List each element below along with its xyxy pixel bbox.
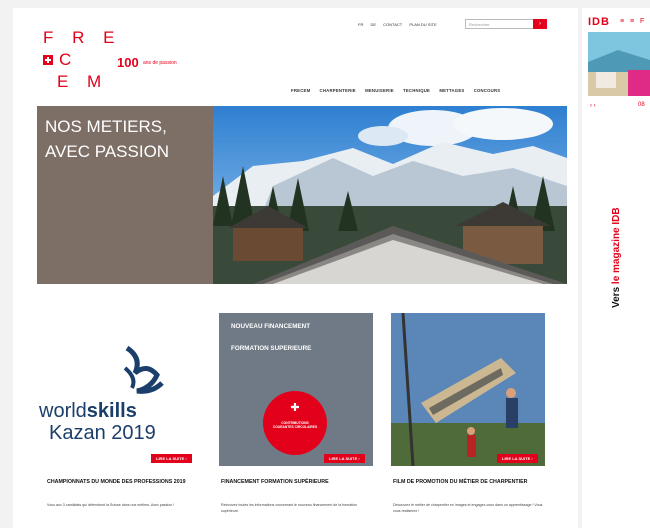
card3-desc: Découvrez le métier de charpentier en im…	[393, 503, 543, 513]
read-more-button[interactable]: LIRE LA SUITE ›	[151, 454, 192, 463]
hero-title-line1: NOS METIERS,	[45, 117, 167, 136]
card2-title[interactable]: FINANCEMENT FORMATION SUPÉRIEURE	[221, 478, 371, 486]
swiss-cross-icon	[43, 55, 53, 65]
card2-badge-circle: ✚ CONTRIBUTIONS COURANTES CIRCULAIRES	[263, 391, 327, 455]
nav-item-concours[interactable]: CONCOURS	[474, 88, 501, 93]
swiss-cross-icon: ✚	[290, 402, 300, 414]
card1-title[interactable]: CHAMPIONNATS DU MONDE DES PROFESSIONS 20…	[47, 478, 197, 486]
nav-item-charpenterie[interactable]: CHARPENTERIE	[320, 88, 356, 93]
idb-sidebar[interactable]: IDB ≡ ≡ F ‹ › 08 Vers le magazine IDB	[582, 8, 650, 528]
read-more-button[interactable]: LIRE LA SUITE ›	[497, 454, 538, 463]
centenary-subtitle: ans de passion	[143, 60, 177, 66]
browser-viewport: F R E C E M 100 ans de passion FR DE CON…	[0, 0, 650, 528]
lang-de-link[interactable]: DE	[370, 22, 376, 27]
centenary-number: 100	[117, 55, 139, 70]
hero-image	[213, 106, 567, 284]
idb-flags: ≡ ≡ F	[620, 18, 647, 25]
worldskills-skills: skills	[86, 400, 137, 422]
main-nav: FRECEM CHARPENTERIE MENUISERIE TECHNIQUE…	[291, 88, 508, 93]
card-financement[interactable]: NOUVEAU FINANCEMENT FORMATION SUPERIEURE…	[219, 313, 373, 466]
worldskills-world: world	[39, 400, 87, 422]
carpenter-photo	[391, 313, 545, 466]
hero-panel: NOS METIERS, AVEC PASSION	[37, 106, 213, 284]
magazine-link-text: Vers le magazine IDB	[611, 207, 622, 308]
logo-line-2: C	[59, 50, 79, 69]
nav-item-mettages[interactable]: METTAGES	[439, 88, 464, 93]
card2-overlay-line2: FORMATION SUPERIEURE	[231, 345, 312, 352]
main-page: F R E C E M 100 ans de passion FR DE CON…	[13, 8, 578, 528]
logo-line-1: F R E	[43, 28, 122, 47]
lang-fr-link[interactable]: FR	[358, 22, 363, 27]
card-film-charpentier[interactable]	[391, 313, 545, 466]
card1-desc: Vous aux 3 candidats qui défendront la S…	[47, 503, 175, 507]
search-input[interactable]: Rechercher	[465, 19, 543, 29]
hero-title: NOS METIERS, AVEC PASSION	[45, 114, 215, 164]
issue-number: 08	[638, 102, 645, 108]
worldskills-icon	[123, 345, 164, 394]
magazine-link-prefix: Vers	[611, 286, 622, 308]
card3-title[interactable]: FILM DE PROMOTION DU MÉTIER DE CHARPENTI…	[393, 478, 543, 486]
hero-title-line2: AVEC PASSION	[45, 142, 170, 161]
worldskills-wordmark: worldskills	[39, 400, 137, 423]
card2-circle-text: CONTRIBUTIONS COURANTES CIRCULAIRES	[272, 421, 318, 429]
search-button[interactable]: ›	[533, 19, 547, 29]
sitemap-link[interactable]: PLAN DU SITE	[409, 22, 436, 27]
worldskills-city: Kazan 2019	[49, 422, 156, 444]
card2-overlay-line1: NOUVEAU FINANCEMENT	[231, 323, 311, 330]
magazine-link-name: le magazine IDB	[611, 207, 622, 285]
idb-logo: IDB	[588, 16, 610, 28]
magazine-link[interactable]: Vers le magazine IDB	[604, 178, 622, 308]
nav-item-technique[interactable]: TECHNIQUE	[403, 88, 430, 93]
top-links: FR DE CONTACT PLAN DU SITE	[358, 22, 443, 27]
read-more-button[interactable]: LIRE LA SUITE ›	[324, 454, 365, 463]
nav-item-frecem[interactable]: FRECEM	[291, 88, 310, 93]
nav-item-menuiserie[interactable]: MENUISERIE	[365, 88, 394, 93]
idb-magazine-cover[interactable]	[588, 32, 650, 96]
card2-desc: Retrouvez toutes les informations concer…	[221, 503, 358, 513]
logo-line-3: E M	[57, 72, 109, 91]
carousel-nav-icon[interactable]: ‹ ›	[590, 103, 596, 109]
frecem-logo[interactable]: F R E C E M 100 ans de passion	[43, 28, 183, 98]
contact-link[interactable]: CONTACT	[383, 22, 402, 27]
